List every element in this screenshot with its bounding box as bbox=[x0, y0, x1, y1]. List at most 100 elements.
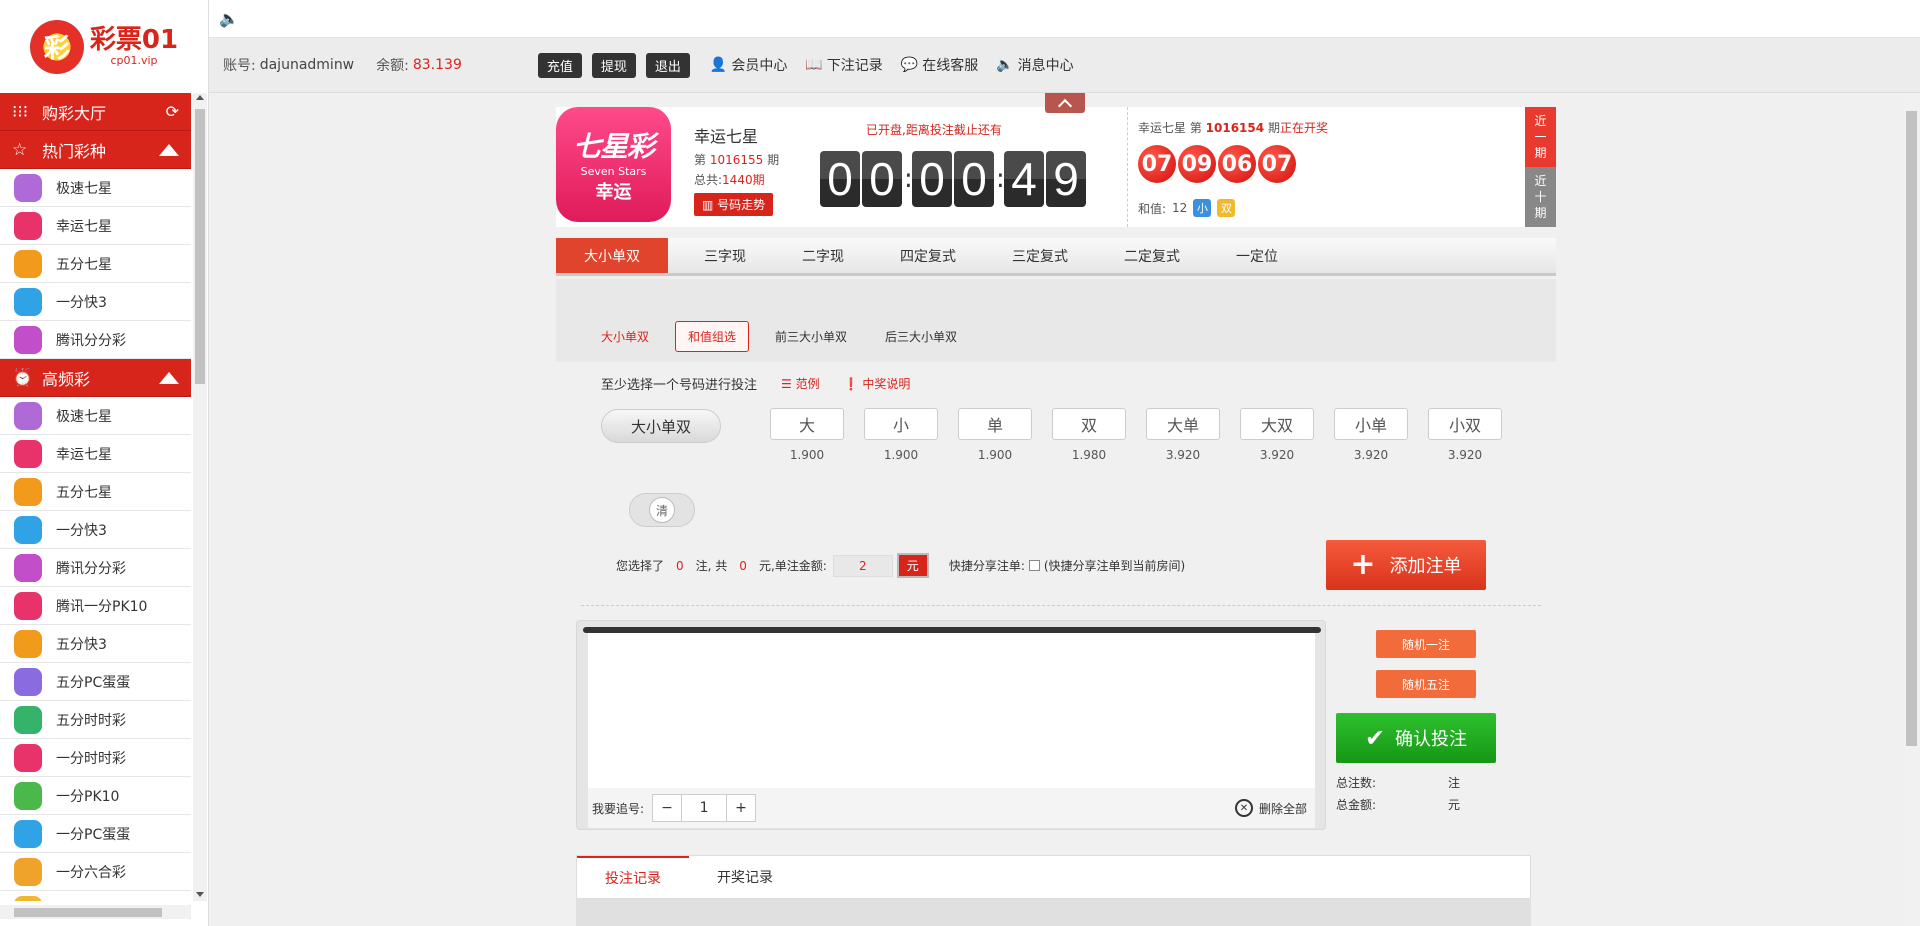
prev-title-mid: 期 bbox=[1267, 121, 1280, 135]
sidebar-hscrollbar[interactable] bbox=[0, 905, 191, 919]
random-one-button[interactable]: 随机一注 bbox=[1376, 630, 1476, 658]
share-checkbox[interactable] bbox=[1028, 560, 1040, 571]
freq-item[interactable]: 一分时时彩 bbox=[0, 739, 191, 777]
scroll-up-icon[interactable] bbox=[196, 95, 204, 100]
freq-item[interactable]: 一分PC蛋蛋 bbox=[0, 815, 191, 853]
scroll-thumb[interactable] bbox=[1906, 111, 1917, 746]
random-five-button[interactable]: 随机五注 bbox=[1376, 670, 1476, 698]
freq-item[interactable]: 五分七星 bbox=[0, 473, 191, 511]
option-even[interactable]: 双 bbox=[1052, 408, 1126, 440]
option-small-even[interactable]: 小双 bbox=[1428, 408, 1502, 440]
freq-item[interactable]: 一分六合彩 bbox=[0, 853, 191, 891]
minus-button[interactable]: − bbox=[653, 795, 681, 821]
tab-four-fixed[interactable]: 四定复式 bbox=[880, 238, 976, 273]
add-bet-button[interactable]: + 添加注单 bbox=[1326, 540, 1486, 590]
freq-item[interactable]: 五分时时彩 bbox=[0, 701, 191, 739]
freq-item[interactable]: 腾讯一分PK10 bbox=[0, 587, 191, 625]
freq-item[interactable]: 极速七星 bbox=[0, 397, 191, 435]
withdraw-button[interactable]: 提现 bbox=[591, 52, 636, 78]
prev-title-prefix: 幸运七星 第 bbox=[1138, 121, 1202, 135]
messages-link[interactable]: 🔈 消息中心 bbox=[996, 55, 1073, 75]
unit-amount-input[interactable]: 2 bbox=[832, 554, 893, 577]
play-tabs: 大小单双 三字现 二字现 四定复式 三定复式 二定复式 一定位 bbox=[556, 238, 1556, 276]
recharge-button[interactable]: 充值 bbox=[537, 52, 582, 78]
freq-item[interactable]: 一分PK10 bbox=[0, 777, 191, 815]
hot-item[interactable]: 极速七星 bbox=[0, 169, 191, 207]
chase-input[interactable]: 1 bbox=[681, 795, 728, 821]
collapse-icon[interactable] bbox=[159, 143, 179, 156]
subtab-big-small[interactable]: 大小单双 bbox=[589, 322, 661, 351]
sidebar-item-label: 一分快3 bbox=[56, 294, 107, 311]
support-link[interactable]: 💬 在线客服 bbox=[901, 55, 978, 75]
hot-item[interactable]: 幸运七星 bbox=[0, 207, 191, 245]
hot-item[interactable]: 腾讯分分彩 bbox=[0, 321, 191, 359]
sidebar-scrollbar[interactable] bbox=[193, 93, 207, 901]
game-icon bbox=[14, 895, 42, 901]
plus-button[interactable]: + bbox=[727, 795, 755, 821]
example-link[interactable]: ☰ 范例 bbox=[781, 375, 820, 392]
sidebar-item-label: 五分快3 bbox=[56, 636, 107, 653]
subtab-back-three[interactable]: 后三大小单双 bbox=[873, 322, 969, 351]
option-odd[interactable]: 单 bbox=[958, 408, 1032, 440]
currency-button[interactable]: 元 bbox=[896, 553, 929, 578]
scroll-down-icon[interactable] bbox=[196, 892, 204, 897]
subtab-front-three[interactable]: 前三大小单双 bbox=[763, 322, 859, 351]
total-value: 1440期 bbox=[722, 173, 765, 187]
issue-number: 1016155 bbox=[709, 153, 764, 167]
delete-all-button[interactable]: ✕ 删除全部 bbox=[1234, 799, 1307, 817]
sidebar-item-label: 幸运七星 bbox=[56, 446, 112, 463]
option-small[interactable]: 小 bbox=[864, 408, 938, 440]
main-scrollbar[interactable] bbox=[1903, 93, 1920, 926]
option-big[interactable]: 大 bbox=[770, 408, 844, 440]
site-logo[interactable]: 彩 彩票01 cp01.vip bbox=[0, 0, 208, 93]
option-big-even[interactable]: 大双 bbox=[1240, 408, 1314, 440]
member-center-link[interactable]: 👤 会员中心 bbox=[710, 55, 787, 75]
tab-three-fixed[interactable]: 三定复式 bbox=[992, 238, 1088, 273]
hot-item[interactable]: 一分快3 bbox=[0, 283, 191, 321]
freq-item[interactable]: 幸运七星 bbox=[0, 435, 191, 473]
speaker-icon[interactable]: 🔈 bbox=[219, 9, 239, 28]
logout-button[interactable]: 退出 bbox=[645, 52, 690, 78]
sidebar-header-hot[interactable]: ☆ 热门彩种 bbox=[0, 131, 191, 169]
sidebar-header-lobby[interactable]: ⁝⁝⁝ 购彩大厅 ⟳ bbox=[0, 93, 191, 131]
confirm-bet-button[interactable]: ✔ 确认投注 bbox=[1336, 713, 1496, 763]
collapse-button[interactable] bbox=[1045, 93, 1085, 113]
star-icon: ☆ bbox=[12, 139, 28, 160]
refresh-icon[interactable]: ⟳ bbox=[166, 102, 179, 121]
countdown-digit: 0 bbox=[912, 151, 952, 207]
subtab-sum-group[interactable]: 和值组选 bbox=[675, 321, 750, 352]
option-big-odd[interactable]: 大单 bbox=[1146, 408, 1220, 440]
tab-three-digit[interactable]: 三字现 bbox=[684, 238, 766, 273]
bet-history-link[interactable]: 📖 下注记录 bbox=[805, 55, 882, 75]
clock-icon: ⏰ bbox=[12, 367, 34, 388]
last-10-button[interactable]: 近 十 期 bbox=[1525, 167, 1556, 227]
clear-button[interactable]: 清 bbox=[629, 493, 695, 527]
freq-item[interactable]: 五分快3 bbox=[0, 625, 191, 663]
tab-big-small-odd-even[interactable]: 大小单双 bbox=[556, 238, 668, 273]
last-1-button[interactable]: 近 一 期 bbox=[1525, 107, 1556, 167]
trend-label: 号码走势 bbox=[717, 198, 766, 212]
tab-one-position[interactable]: 一定位 bbox=[1216, 238, 1298, 273]
freq-item[interactable]: 一分11选5 bbox=[0, 891, 191, 901]
chat-icon: 💬 bbox=[900, 57, 919, 73]
option-small-odd[interactable]: 小单 bbox=[1334, 408, 1408, 440]
draw-ball: 07 bbox=[1258, 145, 1296, 183]
rules-link[interactable]: ❗ 中奖说明 bbox=[844, 375, 911, 392]
hot-item[interactable]: 五分七星 bbox=[0, 245, 191, 283]
freq-item[interactable]: 腾讯分分彩 bbox=[0, 549, 191, 587]
draw-ball: 07 bbox=[1138, 145, 1176, 183]
tab-two-fixed[interactable]: 二定复式 bbox=[1104, 238, 1200, 273]
freq-item[interactable]: 一分快3 bbox=[0, 511, 191, 549]
sidebar-item-label: 一分PC蛋蛋 bbox=[56, 826, 131, 843]
tab-draw-records[interactable]: 开奖记录 bbox=[689, 856, 801, 898]
collapse-icon[interactable] bbox=[159, 371, 179, 384]
hscroll-thumb[interactable] bbox=[14, 908, 162, 917]
trend-button[interactable]: ▥ 号码走势 bbox=[694, 193, 774, 216]
tab-bet-records[interactable]: 投注记录 bbox=[577, 856, 689, 898]
sidebar-header-freq[interactable]: ⏰ 高频彩 bbox=[0, 359, 191, 397]
alert-icon: ❗ bbox=[843, 377, 859, 391]
scroll-thumb[interactable] bbox=[195, 109, 205, 384]
tab-two-digit[interactable]: 二字现 bbox=[782, 238, 864, 273]
near-char: 期 bbox=[1534, 146, 1547, 160]
freq-item[interactable]: 五分PC蛋蛋 bbox=[0, 663, 191, 701]
